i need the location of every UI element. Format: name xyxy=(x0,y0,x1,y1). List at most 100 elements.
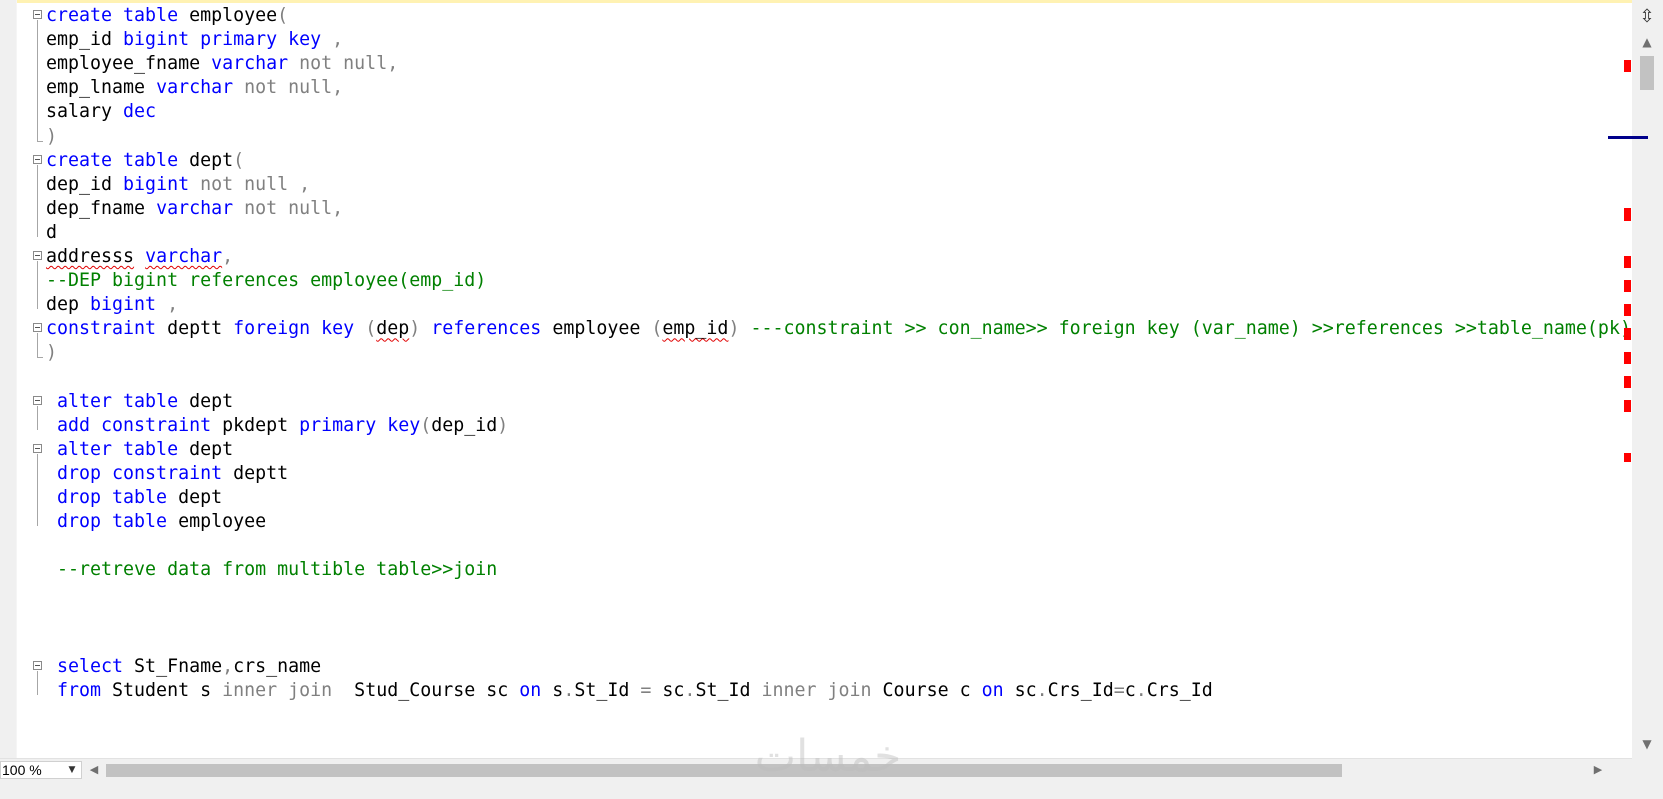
vertical-scrollbar[interactable] xyxy=(1632,0,1663,780)
error-marker[interactable] xyxy=(1624,208,1631,221)
code-line[interactable]: emp_lname varchar not null, xyxy=(30,75,1632,101)
sql-operator: , xyxy=(222,655,234,677)
error-marker[interactable] xyxy=(1624,60,1631,72)
chevron-right-icon[interactable]: ▶ xyxy=(1591,762,1605,778)
selection-margin[interactable] xyxy=(0,0,16,780)
sql-operator: not null , xyxy=(189,173,311,195)
split-window-icon[interactable]: ⇳ xyxy=(1636,6,1658,28)
error-marker[interactable] xyxy=(1624,400,1631,412)
sql-operator: . xyxy=(684,679,696,701)
horizontal-scroll-thumb[interactable] xyxy=(106,764,1342,777)
collapse-icon[interactable] xyxy=(33,660,42,670)
code-line[interactable]: constraint deptt foreign key (dep) refer… xyxy=(30,316,1632,342)
sql-identifier: dept xyxy=(167,487,223,508)
code-line[interactable]: d xyxy=(30,220,1632,246)
sql-keyword: alter table xyxy=(46,438,179,460)
chevron-up-icon[interactable]: ▲ xyxy=(1637,34,1657,50)
code-line[interactable]: drop table dept xyxy=(30,485,1632,511)
code-line-text: --retreve data from multible table>>join xyxy=(46,557,497,583)
code-line-text: alter table dept xyxy=(46,437,233,463)
code-line[interactable]: dep_fname varchar not null, xyxy=(30,196,1632,222)
code-line[interactable] xyxy=(30,365,1632,391)
sql-operator: . xyxy=(1036,679,1048,701)
collapse-icon[interactable] xyxy=(33,251,42,260)
code-line[interactable]: dep_id bigint not null , xyxy=(30,172,1632,198)
collapse-icon[interactable] xyxy=(33,323,42,333)
code-line[interactable]: --retreve data from multible table>>join xyxy=(30,557,1632,583)
collapse-icon[interactable] xyxy=(33,154,42,164)
code-line[interactable]: --DEP bigint references employee(emp_id) xyxy=(30,268,1632,294)
code-line[interactable] xyxy=(30,533,1632,559)
sql-keyword: drop table xyxy=(46,511,168,533)
code-line[interactable] xyxy=(30,606,1632,632)
code-line[interactable]: salary dec xyxy=(30,99,1632,125)
sql-identifier: dept xyxy=(178,438,234,460)
chevron-down-icon[interactable]: ▼ xyxy=(66,763,78,777)
code-line[interactable]: employee_fname varchar not null, xyxy=(30,51,1632,77)
error-marker[interactable] xyxy=(1624,453,1631,462)
sql-keyword: create table xyxy=(46,149,179,171)
sql-identifier: c xyxy=(1124,679,1136,701)
chevron-left-icon[interactable]: ◀ xyxy=(87,762,101,778)
sql-keyword: alter table xyxy=(46,390,179,412)
code-line[interactable] xyxy=(30,630,1632,656)
sql-operator: = xyxy=(1113,679,1125,701)
sql-operator: not null, xyxy=(233,197,344,219)
code-line[interactable]: ) xyxy=(30,340,1632,366)
caret-position-marker xyxy=(1608,136,1648,139)
code-line[interactable]: dep bigint , xyxy=(30,292,1632,318)
code-line[interactable]: alter table dept xyxy=(30,389,1632,415)
code-line[interactable]: ) xyxy=(30,124,1632,150)
sql-identifier: employee_fname xyxy=(46,53,212,75)
sql-comment: ---constraint >> con_name>> foreign key … xyxy=(750,318,1631,340)
code-line[interactable]: alter table dept xyxy=(30,437,1632,463)
sql-identifier: employee xyxy=(541,318,652,340)
sql-identifier: St_Id xyxy=(574,679,641,701)
collapse-icon[interactable] xyxy=(33,395,42,405)
error-marker[interactable] xyxy=(1624,328,1631,340)
error-marker[interactable] xyxy=(1624,304,1631,316)
error-marker[interactable] xyxy=(1624,256,1631,268)
sql-operator: ) xyxy=(409,318,432,340)
sql-editor-window: create table employee(emp_id bigint prim… xyxy=(0,0,1663,799)
code-line[interactable] xyxy=(30,581,1632,607)
collapse-icon[interactable] xyxy=(33,443,42,453)
sql-identifier: St_Id xyxy=(695,679,762,701)
sql-operator: not null, xyxy=(233,77,344,99)
code-line[interactable]: select St_Fname,crs_name xyxy=(30,654,1632,680)
sql-keyword: on xyxy=(519,679,542,701)
code-line[interactable]: from Student s inner join Stud_Course sc… xyxy=(30,678,1632,704)
code-line[interactable]: create table dept( xyxy=(30,148,1632,174)
code-line[interactable]: drop constraint deptt xyxy=(30,461,1632,487)
sql-operator: , xyxy=(222,246,234,267)
code-line[interactable]: add constraint pkdept primary key(dep_id… xyxy=(30,413,1632,439)
sql-identifier: dep_id xyxy=(46,173,124,195)
error-marker[interactable] xyxy=(1624,376,1631,388)
code-line-text: constraint deptt foreign key (dep) refer… xyxy=(46,316,1631,342)
code-line[interactable]: drop table employee xyxy=(30,509,1632,535)
code-line[interactable]: create table employee( xyxy=(30,3,1632,29)
code-line[interactable]: emp_id bigint primary key , xyxy=(30,27,1632,53)
chevron-down-icon[interactable]: ▼ xyxy=(1637,736,1657,752)
sql-keyword: foreign key xyxy=(233,318,355,340)
collapse-icon[interactable] xyxy=(33,10,42,19)
code-line[interactable]: addresss varchar, xyxy=(30,244,1632,270)
sql-keyword: bigint xyxy=(90,294,157,316)
code-line-text: dep_fname varchar not null, xyxy=(46,196,343,222)
sql-keyword: varchar xyxy=(156,197,234,219)
sql-keyword: references xyxy=(431,318,542,340)
sql-keyword: primary key xyxy=(299,414,421,436)
sql-operator: = xyxy=(640,679,652,701)
error-marker[interactable] xyxy=(1624,280,1631,292)
code-line-text: alter table dept xyxy=(46,389,233,415)
code-editor[interactable]: create table employee(emp_id bigint prim… xyxy=(30,3,1632,773)
sql-identifier: employee xyxy=(167,511,267,533)
sql-operator: ( xyxy=(420,414,432,436)
error-marker[interactable] xyxy=(1624,352,1631,364)
sql-identifier: sc xyxy=(651,679,685,701)
vertical-scroll-thumb[interactable] xyxy=(1640,56,1654,90)
code-line-text: create table employee( xyxy=(46,3,288,29)
code-line-text: ) xyxy=(46,124,57,150)
code-line-text: emp_id bigint primary key , xyxy=(46,27,343,53)
sql-identifier: salary xyxy=(46,101,124,123)
